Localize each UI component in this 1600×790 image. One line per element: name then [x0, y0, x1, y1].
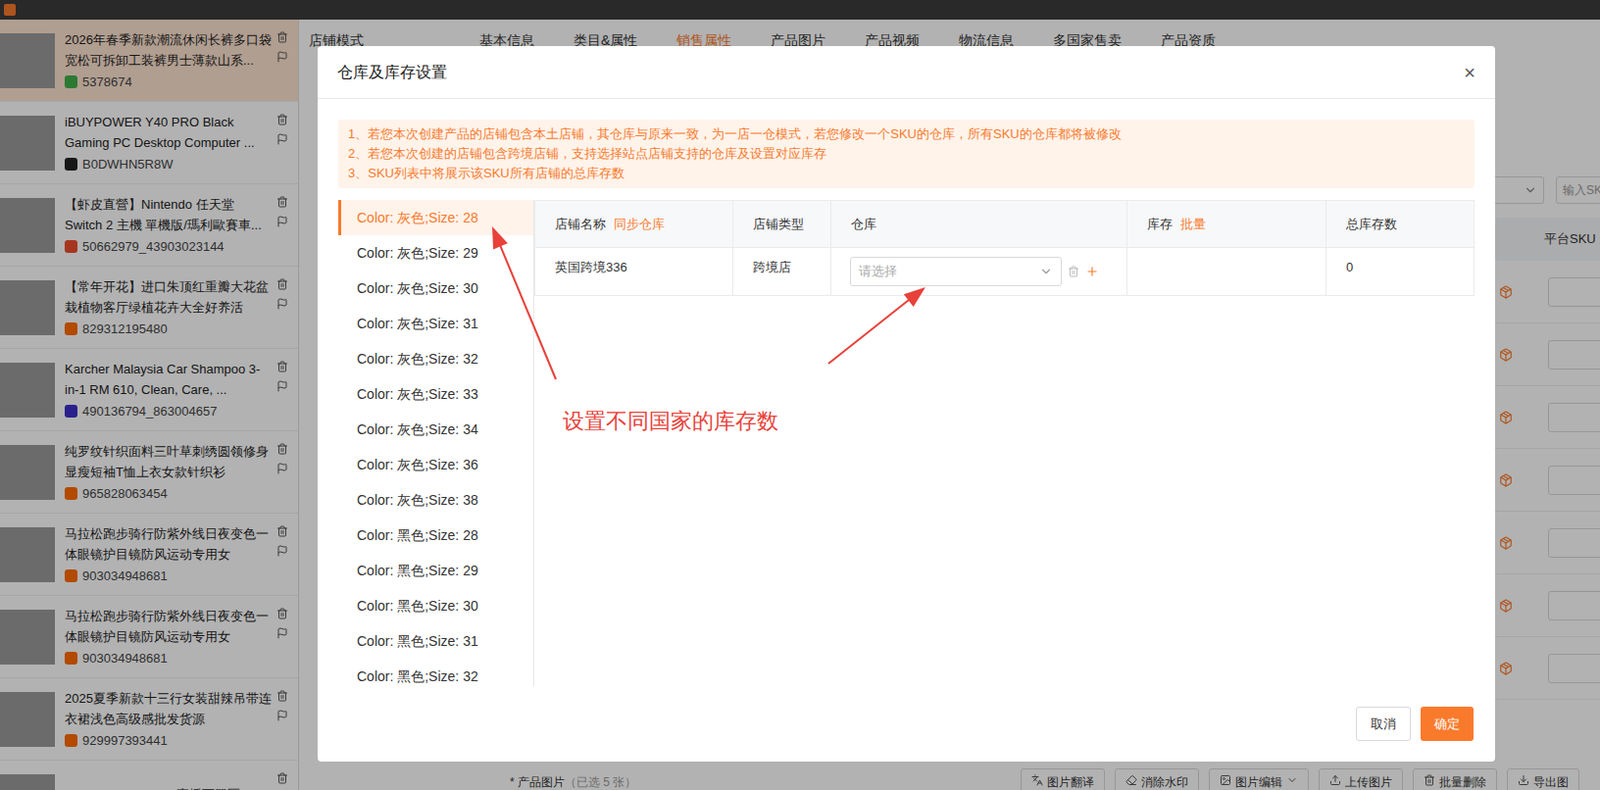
sku-item[interactable]: Color: 黑色;Size: 28	[338, 517, 534, 553]
column-header: 仓库	[831, 200, 1128, 248]
notice-line: 1、若您本次创建产品的店铺包含本土店铺，其仓库与原来一致，为一店一仓模式，若您修…	[348, 124, 1465, 145]
sku-item[interactable]: Color: 灰色;Size: 38	[338, 482, 534, 518]
dialog-title: 仓库及库存设置	[337, 60, 448, 85]
table-header: 店铺名称同步仓库店铺类型仓库库存批量总库存数	[534, 200, 1475, 249]
close-button[interactable]: ×	[1463, 62, 1476, 83]
sku-item[interactable]: Color: 灰色;Size: 29	[338, 235, 534, 271]
chevron-icon	[1039, 264, 1053, 279]
annotation-arrows	[0, 0, 1600, 790]
sku-item[interactable]: Color: 灰色;Size: 34	[338, 411, 534, 448]
sku-item[interactable]: Color: 黑色;Size: 32	[338, 658, 534, 687]
app: 2026年春季新款潮流休闲长裤多口袋宽松可拆卸工装裤男士薄款山系...53786…	[0, 0, 1600, 790]
sku-item[interactable]: Color: 灰色;Size: 31	[338, 305, 534, 342]
header-action[interactable]: 同步仓库	[613, 214, 665, 235]
notice-box: 1、若您本次创建产品的店铺包含本土店铺，其仓库与原来一致，为一店一仓模式，若您修…	[338, 119, 1475, 189]
warehouse-select[interactable]: 请选择	[850, 256, 1062, 287]
sku-item[interactable]: Color: 灰色;Size: 32	[338, 341, 534, 377]
trash-icon[interactable]	[1067, 265, 1080, 278]
notice-line: 3、SKU列表中将展示该SKU所有店铺的总库存数	[348, 163, 1465, 184]
table-row: 英国跨境336跨境店请选择0	[534, 248, 1475, 297]
stock-table: 店铺名称同步仓库店铺类型仓库库存批量总库存数英国跨境336跨境店请选择0	[534, 200, 1475, 687]
sku-item[interactable]: Color: 黑色;Size: 31	[338, 623, 534, 659]
sku-list: Color: 灰色;Size: 28Color: 灰色;Size: 29Colo…	[338, 200, 535, 687]
sku-item[interactable]: Color: 灰色;Size: 28	[338, 200, 534, 236]
sku-item[interactable]: Color: 灰色;Size: 30	[338, 270, 534, 306]
cancel-button[interactable]: 取消	[1355, 706, 1411, 742]
sku-item[interactable]: Color: 黑色;Size: 29	[338, 552, 534, 589]
dialog-header: 仓库及库存设置 ×	[317, 46, 1496, 100]
warehouse-dialog: 仓库及库存设置 × 1、若您本次创建产品的店铺包含本土店铺，其仓库与原来一致，为一店…	[317, 46, 1496, 762]
sku-item[interactable]: Color: 黑色;Size: 30	[338, 588, 534, 624]
sku-item[interactable]: Color: 灰色;Size: 33	[338, 376, 534, 412]
notice-line: 2、若您本次创建的店铺包含跨境店铺，支持选择站点店铺支持的仓库及设置对应库存	[348, 144, 1465, 164]
sku-item[interactable]: Color: 灰色;Size: 36	[338, 447, 534, 483]
confirm-button[interactable]: 确定	[1420, 706, 1474, 742]
annotation-text: 设置不同国家的库存数	[562, 404, 779, 438]
column-header: 店铺名称同步仓库	[535, 200, 734, 248]
column-header: 库存批量	[1127, 200, 1327, 248]
dialog-footer: 取消确定	[317, 706, 1496, 762]
column-header: 总库存数	[1326, 200, 1474, 248]
column-header: 店铺类型	[733, 200, 832, 248]
header-action[interactable]: 批量	[1180, 214, 1206, 235]
plus-icon[interactable]	[1085, 264, 1100, 279]
